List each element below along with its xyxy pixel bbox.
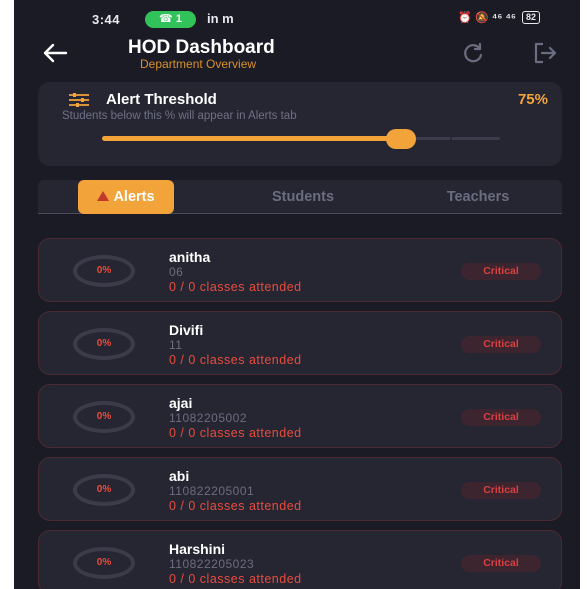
logout-icon: [534, 42, 557, 64]
student-id: 110822205023: [169, 557, 255, 571]
refresh-icon: [464, 42, 483, 63]
status-badge: Critical: [461, 409, 541, 426]
tab-students[interactable]: Students: [248, 180, 358, 214]
app-screen: 3:44 ☎ 1 in m ⏰ 🔕 ⁴⁶ ⁴⁶ 82 HOD Dashboard…: [14, 0, 580, 589]
page-subtitle: Department Overview: [140, 57, 257, 71]
arrow-left-icon: [43, 43, 68, 63]
student-alert-card[interactable]: 0% anitha 06 0 / 0 classes attended Critical: [38, 238, 562, 302]
logout-button[interactable]: [532, 40, 560, 68]
sliders-icon: [69, 93, 89, 107]
call-pill[interactable]: ☎ 1: [145, 11, 196, 28]
attendance-percent: 0%: [96, 557, 112, 568]
student-id: 06: [169, 265, 184, 279]
student-name: Divifi: [169, 322, 204, 338]
slider-fill: [102, 136, 401, 141]
threshold-description: Students below this % will appear in Ale…: [62, 110, 297, 122]
warning-icon: [97, 191, 110, 202]
call-pill-label: 1: [175, 13, 182, 25]
attendance-ring: 0%: [73, 401, 135, 433]
tab-alerts-label: Alerts: [113, 189, 155, 205]
alert-threshold-card: Alert Threshold 75% Students below this …: [38, 82, 562, 166]
student-name: abi: [169, 468, 190, 484]
slider-tick: [450, 137, 453, 140]
status-badge: Critical: [461, 482, 541, 499]
threshold-title: Alert Threshold: [106, 91, 217, 108]
signal-icons: ⏰ 🔕 ⁴⁶ ⁴⁶: [458, 12, 516, 24]
threshold-slider[interactable]: [102, 129, 500, 149]
notification-icons: in m: [207, 11, 234, 26]
attendance-percent: 0%: [96, 265, 112, 276]
status-badge: Critical: [461, 336, 541, 353]
tab-teachers[interactable]: Teachers: [418, 180, 538, 214]
student-alert-card[interactable]: 0% ajai 11082205002 0 / 0 classes attended C…: [38, 384, 562, 448]
tab-alerts[interactable]: Alerts: [78, 180, 174, 214]
threshold-value: 75%: [517, 91, 548, 108]
student-name: ajai: [169, 395, 193, 411]
classes-attended: 0 / 0 classes attended: [169, 353, 302, 367]
student-name: Harshini: [169, 541, 226, 557]
refresh-button[interactable]: [460, 40, 488, 68]
tab-bar: Alerts Students Teachers: [38, 180, 562, 214]
student-alert-card[interactable]: 0% Harshini 110822205023 0 / 0 classes atte…: [38, 530, 562, 589]
attendance-ring: 0%: [73, 328, 135, 360]
attendance-percent: 0%: [96, 484, 112, 495]
system-icons: ⏰ 🔕 ⁴⁶ ⁴⁶ 82: [458, 11, 540, 24]
status-badge: Critical: [461, 555, 541, 572]
attendance-percent: 0%: [96, 338, 112, 349]
status-time: 3:44: [92, 12, 121, 27]
attendance-ring: 0%: [73, 474, 135, 506]
app-header: HOD Dashboard Department Overview: [14, 30, 580, 74]
page-title: HOD Dashboard: [128, 37, 275, 58]
attendance-ring: 0%: [73, 255, 135, 287]
student-name: anitha: [169, 249, 211, 265]
battery-level: 82: [525, 12, 536, 22]
classes-attended: 0 / 0 classes attended: [169, 426, 302, 440]
student-id: 11082205002: [169, 411, 248, 425]
classes-attended: 0 / 0 classes attended: [169, 280, 302, 294]
student-alert-card[interactable]: 0% Divifi 11 0 / 0 classes attended Critical: [38, 311, 562, 375]
student-alert-card[interactable]: 0% abi 110822205001 0 / 0 classes attended C…: [38, 457, 562, 521]
attendance-ring: 0%: [73, 547, 135, 579]
back-button[interactable]: [40, 38, 72, 68]
classes-attended: 0 / 0 classes attended: [169, 499, 302, 513]
student-id: 11: [169, 338, 183, 352]
phone-icon: ☎: [159, 13, 176, 25]
student-id: 110822205001: [169, 484, 255, 498]
attendance-percent: 0%: [96, 411, 112, 422]
battery-icon: 82: [521, 11, 540, 24]
slider-thumb[interactable]: [385, 129, 416, 149]
classes-attended: 0 / 0 classes attended: [169, 572, 302, 586]
status-badge: Critical: [461, 263, 541, 280]
